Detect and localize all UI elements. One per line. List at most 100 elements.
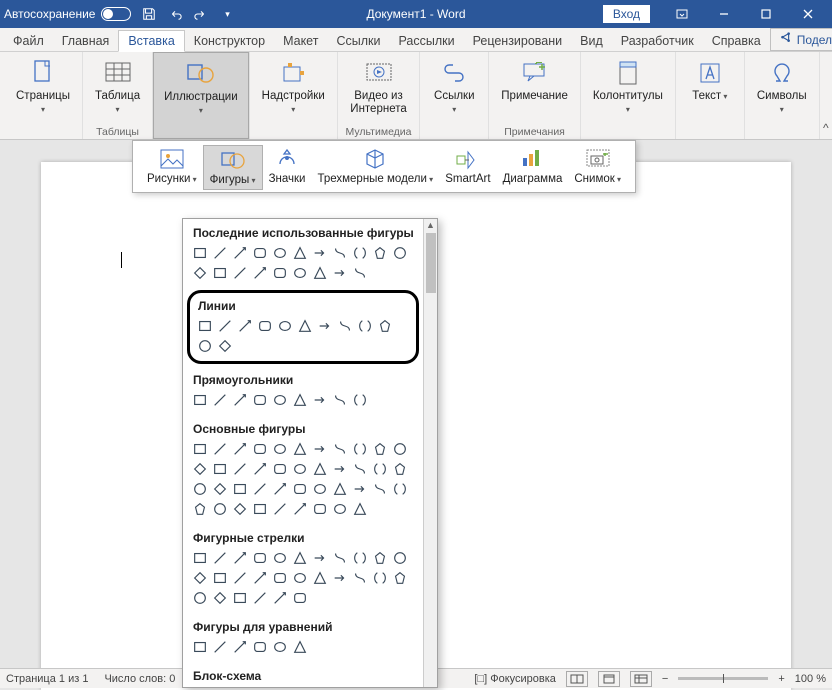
shape-item[interactable] <box>271 460 289 478</box>
autosave-toggle[interactable]: Автосохранение <box>4 7 131 21</box>
shape-item[interactable] <box>231 569 249 587</box>
shape-item[interactable] <box>371 244 389 262</box>
shape-item[interactable] <box>191 569 209 587</box>
shape-item[interactable] <box>271 549 289 567</box>
shape-item[interactable] <box>371 549 389 567</box>
shape-item[interactable] <box>271 638 289 656</box>
read-mode-button[interactable] <box>566 671 588 687</box>
tab-file[interactable]: Файл <box>4 31 53 51</box>
shape-item[interactable] <box>331 391 349 409</box>
page-indicator[interactable]: Страница 1 из 1 <box>6 673 88 685</box>
shape-item[interactable] <box>316 317 334 335</box>
share-button[interactable]: Поделиться <box>770 28 832 51</box>
shape-item[interactable] <box>376 317 394 335</box>
save-icon[interactable] <box>141 6 157 22</box>
shape-item[interactable] <box>271 264 289 282</box>
zoom-level[interactable]: 100 % <box>795 673 826 685</box>
login-button[interactable]: Вход <box>603 5 650 23</box>
focus-mode[interactable]: [□] Фокусировка <box>474 673 556 685</box>
shape-item[interactable] <box>211 391 229 409</box>
shape-item[interactable] <box>331 549 349 567</box>
shape-item[interactable] <box>251 638 269 656</box>
shape-item[interactable] <box>291 480 309 498</box>
shape-item[interactable] <box>371 569 389 587</box>
tab-review[interactable]: Рецензировани <box>464 31 572 51</box>
shape-item[interactable] <box>216 317 234 335</box>
shape-item[interactable] <box>231 244 249 262</box>
undo-icon[interactable] <box>167 6 183 22</box>
shape-item[interactable] <box>231 440 249 458</box>
shape-item[interactable] <box>231 391 249 409</box>
shape-item[interactable] <box>351 391 369 409</box>
zoom-in-button[interactable]: + <box>778 673 784 685</box>
shape-item[interactable] <box>311 569 329 587</box>
shape-item[interactable] <box>351 244 369 262</box>
shape-item[interactable] <box>331 500 349 518</box>
symbols-button[interactable]: Символы <box>753 56 811 128</box>
shape-item[interactable] <box>371 460 389 478</box>
shape-item[interactable] <box>211 569 229 587</box>
qat-dropdown-icon[interactable]: ▾ <box>219 6 235 22</box>
shape-item[interactable] <box>271 391 289 409</box>
shapes-button[interactable]: Фигуры <box>203 145 263 190</box>
shape-item[interactable] <box>336 317 354 335</box>
shape-item[interactable] <box>231 460 249 478</box>
shape-item[interactable] <box>391 480 409 498</box>
chart-button[interactable]: Диаграмма <box>497 145 569 190</box>
shape-item[interactable] <box>291 391 309 409</box>
shape-item[interactable] <box>296 317 314 335</box>
shape-item[interactable] <box>231 480 249 498</box>
shape-item[interactable] <box>331 264 349 282</box>
shape-item[interactable] <box>256 317 274 335</box>
shape-item[interactable] <box>191 589 209 607</box>
shape-item[interactable] <box>191 480 209 498</box>
shape-item[interactable] <box>211 480 229 498</box>
shape-item[interactable] <box>311 244 329 262</box>
shape-item[interactable] <box>331 440 349 458</box>
shape-item[interactable] <box>391 460 409 478</box>
shape-item[interactable] <box>276 317 294 335</box>
shape-item[interactable] <box>211 638 229 656</box>
shape-item[interactable] <box>271 569 289 587</box>
shape-item[interactable] <box>351 440 369 458</box>
word-count[interactable]: Число слов: 0 <box>104 673 175 685</box>
shape-item[interactable] <box>351 264 369 282</box>
shape-item[interactable] <box>311 264 329 282</box>
shape-item[interactable] <box>291 460 309 478</box>
tab-help[interactable]: Справка <box>703 31 770 51</box>
tab-layout[interactable]: Макет <box>274 31 327 51</box>
shape-item[interactable] <box>231 589 249 607</box>
print-layout-button[interactable] <box>598 671 620 687</box>
shape-item[interactable] <box>391 569 409 587</box>
shape-item[interactable] <box>251 460 269 478</box>
addins-button[interactable]: Надстройки <box>258 56 329 128</box>
shape-item[interactable] <box>191 391 209 409</box>
shape-item[interactable] <box>291 244 309 262</box>
shape-item[interactable] <box>251 589 269 607</box>
illustrations-button[interactable]: Иллюстрации <box>153 52 249 139</box>
smartart-button[interactable]: SmartArt <box>439 145 496 190</box>
shape-item[interactable] <box>371 440 389 458</box>
shape-item[interactable] <box>351 549 369 567</box>
shape-item[interactable] <box>196 317 214 335</box>
shape-item[interactable] <box>351 480 369 498</box>
shape-item[interactable] <box>351 460 369 478</box>
shape-item[interactable] <box>251 440 269 458</box>
shape-item[interactable] <box>251 264 269 282</box>
shape-item[interactable] <box>271 589 289 607</box>
shape-item[interactable] <box>211 264 229 282</box>
shape-item[interactable] <box>251 244 269 262</box>
shape-item[interactable] <box>311 480 329 498</box>
shape-item[interactable] <box>191 264 209 282</box>
close-button[interactable] <box>788 0 828 28</box>
shape-item[interactable] <box>391 440 409 458</box>
shape-item[interactable] <box>291 500 309 518</box>
shape-item[interactable] <box>211 549 229 567</box>
shape-item[interactable] <box>191 460 209 478</box>
shape-item[interactable] <box>351 569 369 587</box>
shape-item[interactable] <box>216 337 234 355</box>
shape-item[interactable] <box>291 440 309 458</box>
shape-item[interactable] <box>331 460 349 478</box>
shape-item[interactable] <box>291 569 309 587</box>
headerfooter-button[interactable]: Колонтитулы <box>589 56 667 128</box>
